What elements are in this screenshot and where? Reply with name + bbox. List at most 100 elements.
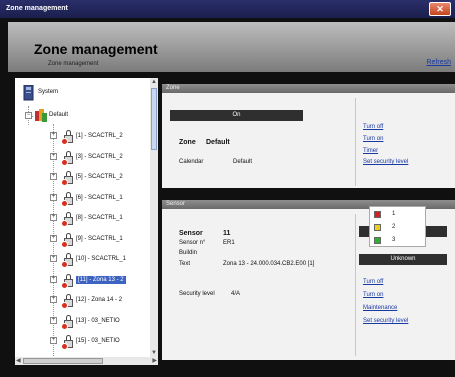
- tree-item-sensor[interactable]: [9] - SCACTRL_1: [61, 229, 123, 249]
- lock-icon: [61, 293, 73, 309]
- tree-item-system[interactable]: System: [23, 82, 58, 102]
- tree-expander[interactable]: +: [50, 153, 57, 160]
- tree-item-label: [12] - Zona 14 - 2: [76, 297, 123, 303]
- sensor-no-value: ER1: [223, 240, 235, 246]
- sensor-turn-off-link[interactable]: Turn off: [363, 279, 383, 285]
- tree-item-label: [13] - 03_NETIO: [76, 318, 120, 324]
- tree-expander[interactable]: −: [25, 112, 32, 119]
- tree-item-label: [15] - 03_NETIO: [76, 338, 120, 344]
- tree-expander[interactable]: +: [50, 276, 57, 283]
- tree-expander[interactable]: +: [50, 214, 57, 221]
- building-label: Buildin: [179, 250, 198, 256]
- tree-item-sensor[interactable]: [15] - 03_NETIO: [61, 331, 120, 351]
- tree-expander[interactable]: +: [50, 255, 57, 262]
- page-header: Zone management Zone management Refresh: [8, 22, 455, 72]
- refresh-link[interactable]: Refresh: [426, 59, 451, 66]
- tree-expander[interactable]: +: [50, 173, 57, 180]
- scroll-left-icon[interactable]: ◀: [16, 357, 21, 365]
- tree-item-sensor[interactable]: [13] - 03_NETIO: [61, 311, 120, 331]
- security-level-label: Security level: [179, 291, 215, 297]
- tree-vertical-scrollbar[interactable]: ▲ ▼: [150, 78, 158, 357]
- zone-panel: Zone On Zone Default Calendar Default Tu…: [162, 84, 455, 188]
- security-level-value: 4/A: [231, 291, 241, 297]
- zone-tree: System − Default + [1] - SCACTRL_2 + [3] - …: [15, 78, 158, 365]
- lock-icon: [61, 334, 73, 350]
- tree-item-sensor[interactable]: [8] - SCACTRL_1: [61, 208, 123, 228]
- tree-item-sensor[interactable]: [6] - SCACTRL_1: [61, 188, 123, 208]
- lock-icon: [61, 129, 73, 145]
- sensor-maintenance-link[interactable]: Maintenance: [363, 305, 397, 311]
- tree-item-label: [10] - SCACTRL_1: [76, 256, 127, 262]
- title-bar: Zone management ✕: [0, 0, 455, 18]
- sensor-value: 11: [223, 230, 231, 237]
- sensor-no-label: Sensor n°: [179, 240, 206, 246]
- lock-icon: [61, 150, 73, 166]
- close-button[interactable]: ✕: [429, 2, 451, 16]
- lock-icon: [61, 211, 73, 227]
- legend-swatch-2: [374, 224, 381, 231]
- sensor-turn-on-link[interactable]: Turn on: [363, 292, 383, 298]
- zone-set-security-level-link[interactable]: Set security level: [363, 159, 408, 165]
- page-subtitle: Zone management: [48, 61, 99, 67]
- lock-icon: [61, 252, 73, 268]
- lock-icon: [61, 191, 73, 207]
- legend-label: 2: [392, 224, 396, 230]
- tree-expander[interactable]: +: [50, 337, 57, 344]
- tree-item-sensor[interactable]: [1] - SCACTRL_2: [61, 126, 123, 146]
- tree-horizontal-scrollbar[interactable]: ◀ ▶: [15, 357, 158, 365]
- tree-item-sensor[interactable]: [11] - Zona 13 - 2: [61, 270, 126, 290]
- page-title: Zone management: [34, 41, 158, 57]
- tree-item-label: [1] - SCACTRL_2: [76, 133, 123, 139]
- legend-label: 1: [392, 211, 396, 217]
- lock-icon: [61, 273, 73, 289]
- scroll-up-icon[interactable]: ▲: [151, 78, 157, 86]
- tree-expander[interactable]: +: [50, 317, 57, 324]
- tree-expander[interactable]: +: [50, 296, 57, 303]
- sensor-status-bar: Unknown: [359, 254, 447, 265]
- tree-expander[interactable]: +: [50, 132, 57, 139]
- tree-item-label: [8] - SCACTRL_1: [76, 215, 123, 221]
- zone-group-icon: [34, 108, 47, 122]
- scroll-thumb[interactable]: [23, 358, 103, 364]
- application-window: Zone management ✕ Zone management Zone m…: [0, 0, 455, 377]
- lock-icon: [61, 232, 73, 248]
- zone-turn-on-link[interactable]: Turn on: [363, 136, 383, 142]
- sensor-set-security-level-link[interactable]: Set security level: [363, 318, 408, 324]
- tree-item-label: [5] - SCACTRL_2: [76, 174, 123, 180]
- tree-item-label: Default: [49, 112, 69, 118]
- tree-item-label: [3] - SCACTRL_2: [76, 154, 123, 160]
- tree-expander[interactable]: +: [50, 235, 57, 242]
- tree-item-sensor[interactable]: [12] - Zona 14 - 2: [61, 290, 122, 310]
- scroll-thumb[interactable]: [151, 88, 157, 150]
- tree-item-label: [9] - SCACTRL_1: [76, 236, 123, 242]
- legend-label: 3: [392, 237, 396, 243]
- lock-icon: [61, 314, 73, 330]
- tree-item-sensor[interactable]: [3] - SCACTRL_2: [61, 147, 123, 167]
- scroll-right-icon[interactable]: ▶: [152, 357, 157, 365]
- tree-expander[interactable]: +: [50, 194, 57, 201]
- tree-item-label: [6] - SCACTRL_1: [76, 195, 123, 201]
- computer-icon: [23, 84, 35, 101]
- tree-item-label: System: [38, 89, 59, 95]
- zone-label: Zone: [179, 139, 196, 146]
- tree-item-default[interactable]: Default: [34, 105, 68, 125]
- tree-item-label: [11] - Zona 13 - 2: [76, 276, 126, 284]
- text-value: Zona 13 - 24.000.034.CB2.E00 [1]: [223, 261, 315, 267]
- zone-state-bar: On: [170, 110, 303, 121]
- legend-swatch-3: [374, 237, 381, 244]
- scroll-down-icon[interactable]: ▼: [151, 349, 157, 357]
- zone-timer-link[interactable]: Timer: [363, 148, 378, 154]
- lock-icon: [61, 170, 73, 186]
- calendar-value: Default: [233, 159, 253, 165]
- zone-turn-off-link[interactable]: Turn off: [363, 124, 383, 130]
- zone-value: Default: [206, 139, 230, 146]
- legend-swatch-1: [374, 211, 381, 218]
- tree-item-sensor[interactable]: [5] - SCACTRL_2: [61, 167, 123, 187]
- tree-item-sensor[interactable]: [10] - SCACTRL_1: [61, 249, 126, 269]
- zone-panel-title: Zone: [162, 84, 455, 93]
- window-title: Zone management: [6, 5, 68, 12]
- security-level-legend: 1 2 3: [369, 206, 426, 247]
- calendar-label: Calendar: [179, 159, 204, 165]
- sensor-label: Sensor: [179, 230, 203, 237]
- text-label: Text: [179, 261, 191, 267]
